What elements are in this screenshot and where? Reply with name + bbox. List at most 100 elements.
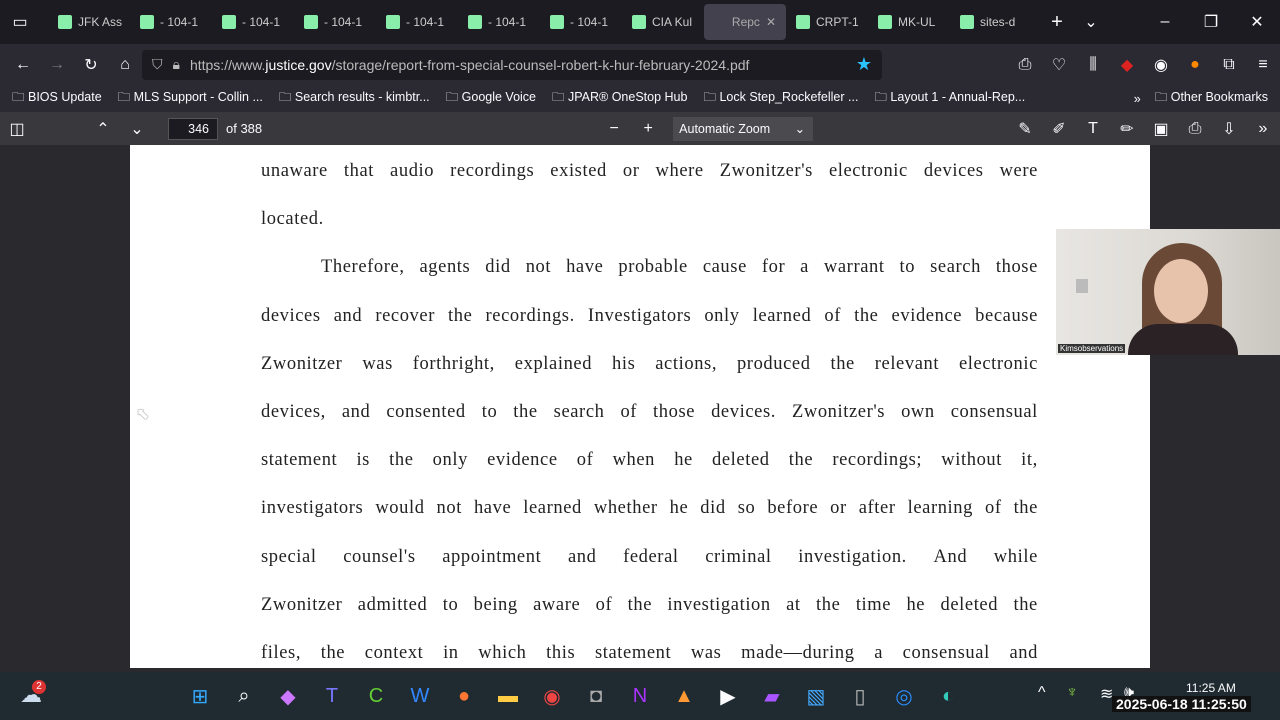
word-icon[interactable]: W: [398, 679, 442, 713]
tab[interactable]: - 104-1: [540, 4, 622, 40]
device-icon[interactable]: ▯: [838, 679, 882, 713]
close-tab-icon[interactable]: ✕: [766, 15, 776, 29]
more-tools-icon[interactable]: »: [1246, 120, 1280, 138]
tab[interactable]: - 104-1: [212, 4, 294, 40]
pocket-icon[interactable]: ♡: [1042, 55, 1076, 75]
tab-favicon-icon: [468, 15, 482, 29]
next-page-button[interactable]: ⌄: [120, 119, 154, 139]
bookmark-icon: 🗀: [874, 90, 887, 104]
back-button[interactable]: ←: [6, 56, 40, 74]
tab-label: - 104-1: [488, 15, 527, 29]
bookmark-label: MLS Support - Collin ...: [133, 90, 263, 104]
library-icon[interactable]: ⫼: [1076, 56, 1110, 74]
minimize-button[interactable]: –: [1142, 13, 1188, 31]
bookmark-icon: 🗀: [278, 90, 292, 104]
search-icon[interactable]: ⌕: [222, 679, 266, 713]
reload-button[interactable]: ↻: [74, 55, 108, 75]
restore-button[interactable]: ❐: [1188, 12, 1234, 32]
lock-icon[interactable]: 🔒︎: [173, 56, 180, 73]
page-number-input[interactable]: 346: [168, 117, 218, 140]
bookmark-icon: 🗀: [117, 90, 131, 104]
photos-icon[interactable]: ▧: [794, 679, 838, 713]
print-icon[interactable]: ⎙: [1008, 56, 1042, 74]
media-player-icon[interactable]: ▶: [706, 679, 750, 713]
url-bar[interactable]: ⛉ 🔒︎ https://www.justice.gov/storage/rep…: [142, 49, 882, 80]
highlight-icon[interactable]: ✐: [1042, 119, 1076, 139]
tab[interactable]: - 104-1: [130, 4, 212, 40]
tab-favicon-icon: [796, 15, 810, 29]
image-icon[interactable]: ▣: [1144, 119, 1178, 139]
tab[interactable]: CIA Kul: [622, 4, 704, 40]
extension-orange-icon[interactable]: ●: [1178, 56, 1212, 74]
tab-favicon-icon: [58, 15, 72, 29]
text-line: located.: [261, 209, 324, 230]
account-icon[interactable]: ◉: [1144, 55, 1178, 75]
close-window-button[interactable]: ✕: [1234, 12, 1280, 32]
other-bookmarks[interactable]: 🗀 Other Bookmarks: [1155, 88, 1268, 109]
bookmarks-bar: 🗀 BIOS Update 🗀 MLS Support - Collin ... 🗀…: [0, 85, 1280, 112]
teams-icon[interactable]: T: [310, 679, 354, 713]
file-explorer-icon[interactable]: ▬: [486, 679, 530, 713]
tab-overflow-chevron-icon[interactable]: ⌄: [1074, 12, 1108, 32]
tab-list-icon[interactable]: ▭: [0, 12, 40, 32]
tab-label: MK-UL: [898, 15, 936, 29]
bookmark-label: Lock Step_Rockefeller ...: [719, 90, 859, 104]
menu-icon[interactable]: ≡: [1246, 56, 1280, 74]
zoom-in-button[interactable]: +: [631, 120, 665, 138]
forward-button[interactable]: →: [40, 56, 74, 74]
bookmarks-overflow-icon[interactable]: »: [1134, 92, 1141, 106]
bookmark-item[interactable]: 🗀 Lock Step_Rockefeller ...: [703, 88, 858, 109]
bookmark-item[interactable]: 🗀 JPAR® OneStop Hub: [552, 88, 687, 109]
tab[interactable]: JFK Ass: [48, 4, 130, 40]
tab[interactable]: sites-d: [950, 4, 1032, 40]
copilot-icon[interactable]: ◆: [266, 679, 310, 713]
bookmark-item[interactable]: 🗀 BIOS Update: [12, 88, 102, 109]
previous-page-button[interactable]: ⌃: [86, 119, 120, 139]
home-button[interactable]: ⌂: [108, 56, 142, 74]
bookmark-item[interactable]: 🗀 Search results - kimbtr...: [279, 88, 430, 109]
form-icon[interactable]: ✎: [1008, 119, 1042, 139]
sidebar-toggle-icon[interactable]: ◫: [0, 119, 34, 139]
mic-icon[interactable]: ♆: [1066, 684, 1078, 702]
firefox-icon[interactable]: ●: [442, 679, 486, 713]
start-button[interactable]: ⊞: [178, 679, 222, 713]
text-line: Zwonitzer admitted to being aware of the invest…: [261, 594, 1038, 615]
bookmark-star-icon[interactable]: ★: [856, 54, 872, 75]
app-icon[interactable]: ▲: [662, 679, 706, 713]
bookmark-label: Google Voice: [461, 90, 536, 104]
bookmark-icon: 🗀: [552, 90, 565, 104]
zoom-select[interactable]: Automatic Zoom ⌄: [673, 116, 814, 141]
text-line: devices, and consented to the search of those de…: [261, 402, 1038, 422]
zoom-icon[interactable]: ◎: [882, 679, 926, 713]
url-text[interactable]: https://www.justice.gov/storage/report-f…: [190, 57, 749, 73]
draw-icon[interactable]: ✏: [1110, 119, 1144, 139]
webcam-label: Kimsobservations: [1058, 344, 1126, 353]
zoom-out-button[interactable]: −: [597, 120, 631, 138]
print-pdf-icon[interactable]: ⎙: [1178, 120, 1212, 138]
chrome-icon[interactable]: ◉: [530, 679, 574, 713]
tab[interactable]: MK-UL: [868, 4, 950, 40]
clock-time[interactable]: 11:25 AM: [1186, 681, 1236, 695]
tray-chevron-icon[interactable]: ^: [1038, 684, 1046, 702]
tab[interactable]: - 104-1: [458, 4, 540, 40]
new-tab-button[interactable]: +: [1040, 11, 1074, 34]
tab[interactable]: CRPT-1: [786, 4, 868, 40]
extensions-icon[interactable]: ⧉: [1212, 56, 1246, 74]
tab[interactable]: - 104-1: [376, 4, 458, 40]
bookmark-item[interactable]: 🗀 MLS Support - Collin ...: [118, 88, 263, 109]
camera-icon[interactable]: ◘: [574, 679, 618, 713]
onenote-icon[interactable]: N: [618, 679, 662, 713]
text-icon[interactable]: T: [1076, 120, 1110, 138]
bookmark-item[interactable]: 🗀 Google Voice: [446, 88, 536, 109]
ublock-icon[interactable]: ◆: [1110, 55, 1144, 75]
app-green-icon[interactable]: C: [354, 679, 398, 713]
text-line: files, the context in which this statement was m…: [261, 643, 1038, 663]
save-pdf-icon[interactable]: ⇩: [1212, 119, 1246, 139]
tab[interactable]: Repc ✕: [704, 4, 786, 40]
shield-icon[interactable]: ⛉: [152, 56, 163, 73]
tab[interactable]: - 104-1: [294, 4, 376, 40]
video-editor-icon[interactable]: ▰: [750, 679, 794, 713]
edge-icon[interactable]: ◐: [926, 679, 970, 713]
bookmark-item[interactable]: 🗀 Layout 1 - Annual-Rep...: [874, 88, 1025, 109]
tab-favicon-icon: [550, 15, 564, 29]
